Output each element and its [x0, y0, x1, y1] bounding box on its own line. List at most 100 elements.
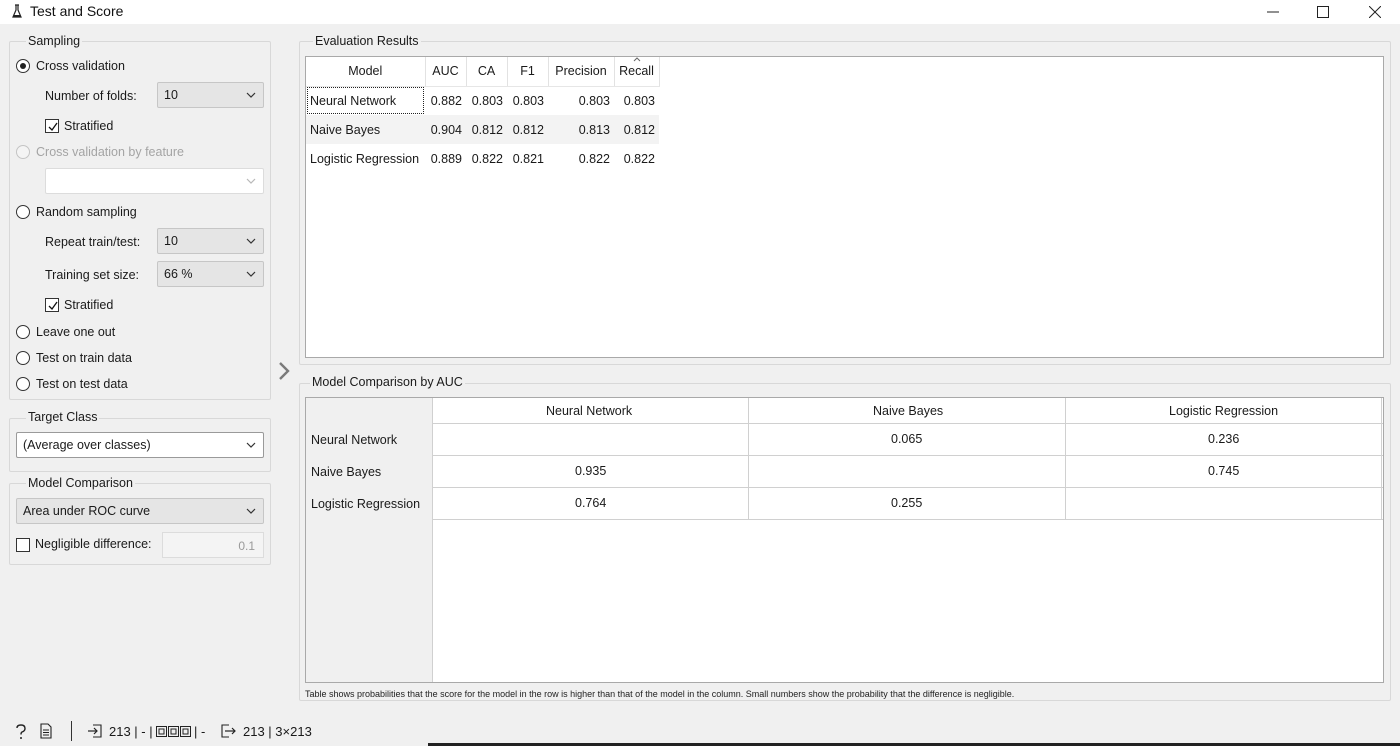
train-size-label: Training set size:	[45, 268, 140, 282]
comparison-table: Neural Network Naive Bayes Logistic Regr…	[306, 398, 1383, 682]
evaluation-header-row: Model AUC CA F1 Precision Recall	[306, 57, 660, 87]
col-ca-header[interactable]: CA	[466, 57, 508, 87]
cmp-row-header: Logistic Regression	[311, 497, 421, 511]
cmp-cell: 0.236	[1208, 432, 1240, 446]
title-bar: Test and Score	[0, 0, 1400, 24]
random-sampling-radio[interactable]	[16, 205, 30, 219]
train-size-combo[interactable]: 66 %	[157, 261, 264, 287]
cv-by-feature-label: Cross validation by feature	[36, 145, 184, 159]
cross-validation-radio[interactable]	[16, 59, 30, 73]
test-on-test-radio[interactable]	[16, 377, 30, 391]
stratified-checkbox[interactable]	[45, 119, 59, 133]
checkmark-icon	[48, 301, 58, 311]
cmp-cell: 0.764	[575, 496, 607, 510]
negligible-spinbox[interactable]: 0.1	[162, 532, 264, 558]
output-summary: 213 | 3×213	[243, 724, 312, 739]
folds-combo[interactable]: 10	[157, 82, 264, 108]
repeat-label: Repeat train/test:	[45, 235, 141, 249]
precision-cell: 0.803	[578, 93, 610, 108]
f1-cell: 0.821	[512, 151, 544, 166]
comparison-note: Table shows probabilities that the score…	[305, 689, 1015, 699]
table-row[interactable]: Neural Network 0.882 0.803 0.803 0.803 0…	[306, 86, 659, 115]
evaluation-title: Evaluation Results	[313, 34, 421, 48]
folds-label: Number of folds:	[45, 89, 137, 103]
model-comparison-title: Model Comparison	[26, 476, 135, 490]
chevron-down-icon	[246, 442, 256, 448]
col-precision-header[interactable]: Precision	[548, 57, 615, 87]
target-class-value: (Average over classes)	[23, 438, 151, 452]
target-class-combo[interactable]: (Average over classes)	[16, 432, 264, 458]
input-icon[interactable]	[88, 724, 102, 738]
folds-value: 10	[164, 88, 178, 102]
model-name-cell[interactable]: Naive Bayes	[306, 115, 425, 144]
input-suffix: | -	[194, 724, 206, 739]
test-on-test-label: Test on test data	[36, 377, 128, 391]
chevron-down-icon	[246, 178, 256, 184]
cmp-col-header: Logistic Regression	[1169, 404, 1279, 418]
cv-feature-combo[interactable]	[45, 168, 264, 194]
input-summary: 213 | - |	[109, 724, 153, 739]
cmp-cell: 0.065	[891, 432, 923, 446]
precision-cell: 0.813	[548, 115, 614, 144]
close-button[interactable]	[1352, 0, 1398, 24]
status-bar: 213 | - | | - 213 | 3×213	[0, 716, 1400, 746]
cmp-row-header: Neural Network	[311, 433, 398, 447]
auc-cell: 0.904	[425, 115, 466, 144]
cmp-col-header: Naive Bayes	[873, 404, 944, 418]
comparison-metric-value: Area under ROC curve	[23, 504, 151, 518]
dataset-icons	[156, 726, 191, 737]
recall-cell: 0.822	[623, 151, 655, 166]
stratified-random-label: Stratified	[64, 298, 114, 312]
table-row[interactable]: Naive Bayes 0.904 0.812 0.812 0.813 0.81…	[306, 115, 659, 144]
repeat-combo[interactable]: 10	[157, 228, 264, 254]
sampling-title: Sampling	[26, 34, 83, 48]
status-separator	[71, 721, 72, 741]
flask-icon	[12, 4, 22, 18]
comparison-metric-combo[interactable]: Area under ROC curve	[16, 498, 264, 524]
stratified-random-checkbox[interactable]	[45, 298, 59, 312]
chevron-down-icon	[246, 508, 256, 514]
ca-cell: 0.812	[466, 115, 507, 144]
checkmark-icon	[48, 122, 58, 132]
evaluation-table: Model AUC CA F1 Precision Recall Neural …	[306, 57, 660, 173]
close-icon	[1369, 6, 1381, 18]
maximize-button[interactable]	[1300, 0, 1346, 24]
cv-by-feature-radio[interactable]	[16, 145, 30, 159]
negligible-checkbox[interactable]	[16, 538, 30, 552]
recall-cell: 0.812	[614, 115, 659, 144]
target-class-title: Target Class	[26, 410, 100, 424]
col-f1-header[interactable]: F1	[507, 57, 549, 87]
cmp-cell: 0.935	[575, 464, 607, 478]
auc-cell: 0.882	[430, 93, 462, 108]
leave-one-out-radio[interactable]	[16, 325, 30, 339]
report-icon[interactable]	[40, 723, 52, 739]
maximize-icon	[1317, 6, 1329, 18]
chevron-right-icon[interactable]	[277, 361, 291, 381]
table-row[interactable]: Logistic Regression 0.889 0.822 0.821 0.…	[306, 144, 659, 173]
model-name-cell[interactable]: Logistic Regression	[306, 144, 425, 173]
precision-cell: 0.822	[578, 151, 610, 166]
comparison-title: Model Comparison by AUC	[310, 375, 465, 389]
cmp-cell: 0.745	[1208, 464, 1240, 478]
test-on-train-label: Test on train data	[36, 351, 132, 365]
cross-validation-label: Cross validation	[36, 59, 125, 73]
leave-one-out-label: Leave one out	[36, 325, 116, 339]
minimize-button[interactable]	[1250, 0, 1296, 24]
cmp-col-header: Neural Network	[546, 404, 633, 418]
minimize-icon	[1267, 11, 1279, 13]
col-auc-header[interactable]: AUC	[425, 57, 467, 87]
col-recall-header[interactable]: Recall	[614, 57, 660, 87]
negligible-label: Negligible difference:	[35, 537, 152, 551]
test-on-train-radio[interactable]	[16, 351, 30, 365]
negligible-value: 0.1	[238, 539, 255, 553]
stratified-label: Stratified	[64, 119, 114, 133]
help-icon[interactable]	[15, 724, 27, 740]
col-model-header[interactable]: Model	[306, 57, 426, 87]
output-icon[interactable]	[221, 724, 236, 738]
auc-cell: 0.889	[430, 151, 462, 166]
random-sampling-label: Random sampling	[36, 205, 137, 219]
window-title: Test and Score	[30, 3, 124, 19]
chevron-down-icon	[246, 238, 256, 244]
model-name-cell[interactable]: Neural Network	[306, 86, 425, 115]
ca-cell: 0.822	[471, 151, 503, 166]
